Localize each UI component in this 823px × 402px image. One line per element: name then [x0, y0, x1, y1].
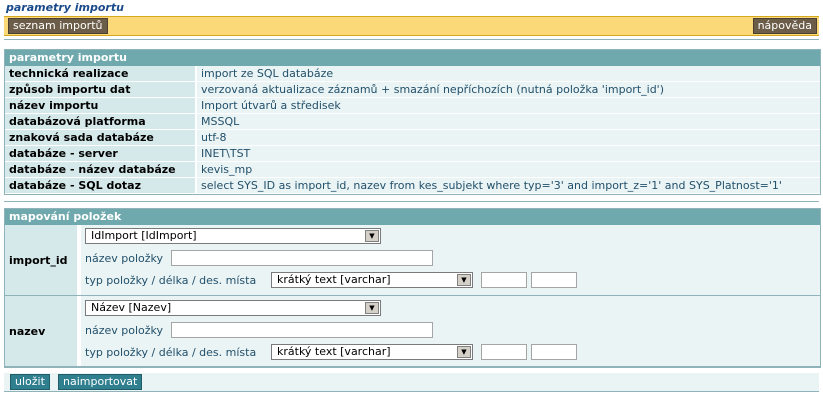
item-name-label: název položky — [85, 252, 164, 265]
mapping-item: import_id IdImport [IdImport] ▼ název po… — [5, 225, 820, 296]
help-button[interactable]: nápověda — [752, 18, 817, 34]
item-type-select[interactable]: krátký text [varchar] ▼ — [271, 272, 473, 288]
save-button[interactable]: uložit — [10, 374, 50, 390]
param-key: znaková sada databáze — [5, 129, 197, 146]
param-key: databáze - SQL dotaz — [5, 177, 197, 194]
mapping-field-label: import_id — [5, 225, 79, 295]
param-key: název importu — [5, 97, 197, 114]
params-table: technická realizace import ze SQL databáz… — [5, 66, 820, 194]
source-column-select[interactable]: IdImport [IdImport] ▼ — [85, 228, 381, 244]
source-column-value: Název [Nazev] — [91, 301, 172, 314]
import-list-button[interactable]: seznam importů — [8, 18, 108, 34]
param-value: verzovaná aktualizace záznamů + smazání … — [196, 81, 820, 98]
item-type-select[interactable]: krátký text [varchar] ▼ — [271, 344, 473, 360]
param-row: databáze - server INET\TST — [5, 145, 820, 162]
param-row: databáze - název databáze kevis_mp — [5, 161, 820, 178]
divider — [4, 39, 819, 40]
param-row: databázová platforma MSSQL — [5, 113, 820, 130]
decimals-input[interactable] — [531, 272, 577, 288]
top-toolbar: seznam importů nápověda — [4, 16, 819, 36]
item-type-value: krátký text [varchar] — [277, 345, 391, 358]
item-name-input[interactable] — [171, 322, 433, 338]
param-value: INET\TST — [196, 145, 820, 162]
mapping-field-label: nazev — [5, 296, 79, 366]
param-row: znaková sada databáze utf-8 — [5, 129, 820, 146]
item-type-value: krátký text [varchar] — [277, 273, 391, 286]
chevron-down-icon[interactable]: ▼ — [365, 302, 379, 314]
param-row: název importu Import útvarů a středisek — [5, 97, 820, 114]
run-import-button[interactable]: naimportovat — [58, 374, 143, 390]
mapping-item-body: Název [Nazev] ▼ název položky typ položk… — [81, 296, 820, 366]
chevron-down-icon[interactable]: ▼ — [457, 274, 471, 286]
item-name-input[interactable] — [171, 250, 433, 266]
param-key: databáze - název databáze — [5, 161, 197, 178]
param-key: způsob importu dat — [5, 81, 197, 98]
param-row: databáze - SQL dotaz select SYS_ID as imp… — [5, 177, 820, 194]
param-key: databázová platforma — [5, 113, 197, 130]
param-key: technická realizace — [5, 66, 197, 82]
mapping-panel-title: mapování položek — [5, 209, 820, 225]
mapping-panel: mapování položek import_id IdImport [IdI… — [4, 208, 821, 368]
item-type-label: typ položky / délka / des. místa — [85, 274, 257, 287]
param-value: select SYS_ID as import_id, nazev from k… — [196, 177, 820, 194]
param-row: způsob importu dat verzovaná aktualizace … — [5, 81, 820, 98]
mapping-item: nazev Název [Nazev] ▼ název položky typ … — [5, 296, 820, 367]
length-input[interactable] — [481, 272, 527, 288]
param-key: databáze - server — [5, 145, 197, 162]
params-panel-title: parametry importu — [5, 50, 820, 66]
page-title: parametry importu — [6, 1, 124, 14]
chevron-down-icon[interactable]: ▼ — [457, 346, 471, 358]
param-value: utf-8 — [196, 129, 820, 146]
param-value: Import útvarů a středisek — [196, 97, 820, 114]
param-value: kevis_mp — [196, 161, 820, 178]
param-value: import ze SQL databáze — [196, 66, 820, 82]
param-row: technická realizace import ze SQL databáz… — [5, 66, 820, 82]
item-type-label: typ položky / délka / des. místa — [85, 346, 257, 359]
decimals-input[interactable] — [531, 344, 577, 360]
divider — [4, 201, 819, 202]
mapping-item-body: IdImport [IdImport] ▼ název položky typ … — [81, 225, 820, 295]
item-name-label: název položky — [85, 324, 164, 337]
length-input[interactable] — [481, 344, 527, 360]
param-value: MSSQL — [196, 113, 820, 130]
params-panel: parametry importu technická realizace imp… — [4, 49, 821, 195]
source-column-value: IdImport [IdImport] — [91, 229, 197, 242]
source-column-select[interactable]: Název [Nazev] ▼ — [85, 300, 381, 316]
chevron-down-icon[interactable]: ▼ — [365, 230, 379, 242]
action-bar: uložit naimportovat — [4, 373, 819, 392]
